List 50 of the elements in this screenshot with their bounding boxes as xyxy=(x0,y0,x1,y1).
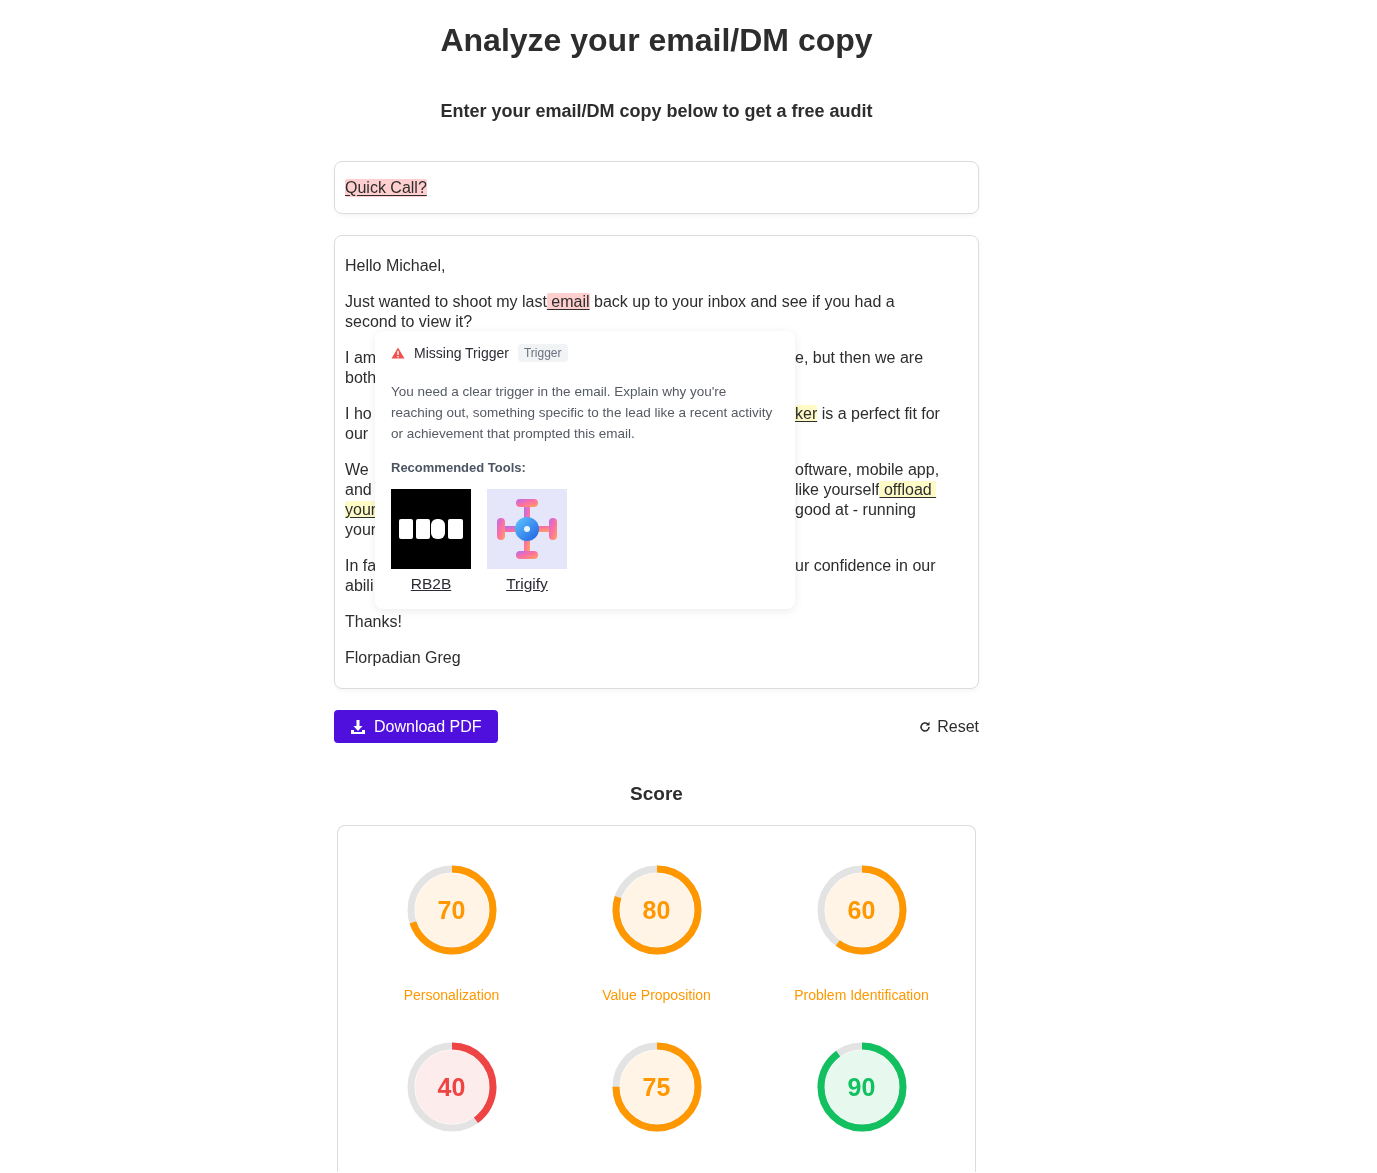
email-text: Just wanted to shoot my last email back up to your inbox and see if you had a xyxy=(345,293,895,310)
popover-title: Missing Trigger xyxy=(414,345,509,361)
email-text: We xyxy=(345,461,369,478)
email-text: Thanks! xyxy=(345,613,402,630)
category-tag: Trigger xyxy=(517,344,568,362)
download-icon xyxy=(350,718,366,735)
score-label: Value Proposition xyxy=(602,986,711,1004)
email-text: like yourself offload xyxy=(795,481,937,498)
highlighted-phrase[interactable]: offload xyxy=(879,481,937,498)
tool-link[interactable]: RB2B xyxy=(410,574,452,594)
reset-button[interactable]: Reset xyxy=(919,717,979,736)
email-text: Florpadian Greg xyxy=(345,649,461,666)
email-text: good at - running xyxy=(795,501,916,518)
logo-icon[interactable] xyxy=(391,489,471,569)
download-button[interactable]: Download PDF xyxy=(334,710,498,743)
score-value: 40 xyxy=(436,1073,467,1101)
email-text: abili xyxy=(345,577,374,594)
email-text: second to view it? xyxy=(345,313,473,330)
email-text: In fa xyxy=(345,557,377,574)
subject-field[interactable]: Quick Call? xyxy=(334,161,979,214)
email-text: both xyxy=(345,369,377,386)
highlighted-phrase[interactable]: your xyxy=(345,501,377,518)
email-text: I am xyxy=(345,349,377,366)
score-value: 60 xyxy=(846,896,877,924)
email-text: ur confidence in our xyxy=(795,557,936,574)
email-text: oftware, mobile app, xyxy=(795,461,940,478)
email-text: Hello Michael, xyxy=(345,257,446,274)
score-value: 70 xyxy=(436,896,467,924)
score-value: 75 xyxy=(641,1073,672,1101)
email-text: I ho xyxy=(345,405,372,422)
score-label: Problem Identification xyxy=(794,986,929,1004)
highlighted-phrase[interactable]: email xyxy=(546,293,590,310)
score-value: 80 xyxy=(641,896,672,924)
score-label: Personalization xyxy=(403,986,500,1004)
page-subtitle: Enter your email/DM copy below to get a free audit xyxy=(439,100,874,122)
highlighted-phrase[interactable]: Quick Call? xyxy=(345,178,427,197)
highlighted-phrase[interactable]: ker xyxy=(795,405,818,422)
tool-link[interactable]: Trigify xyxy=(506,574,548,594)
score-value: 90 xyxy=(846,1073,877,1101)
reset-icon xyxy=(919,720,932,733)
email-text: ker is a perfect fit for xyxy=(795,405,940,422)
email-text: and xyxy=(345,481,372,498)
email-text: your xyxy=(345,521,377,538)
score-heading: Score xyxy=(629,782,684,806)
email-text: e, but then we are xyxy=(795,349,924,366)
popover-description: You need a clear trigger in the email. Explain why you're reaching out, something specific to the lead like a recent activity or achievement that prompted this email. xyxy=(391,383,774,443)
warning-icon xyxy=(391,347,405,359)
email-text: our xyxy=(345,425,369,442)
tools-heading: Recommended Tools: xyxy=(391,460,527,475)
page-title: Analyze your email/DM copy xyxy=(439,21,874,60)
